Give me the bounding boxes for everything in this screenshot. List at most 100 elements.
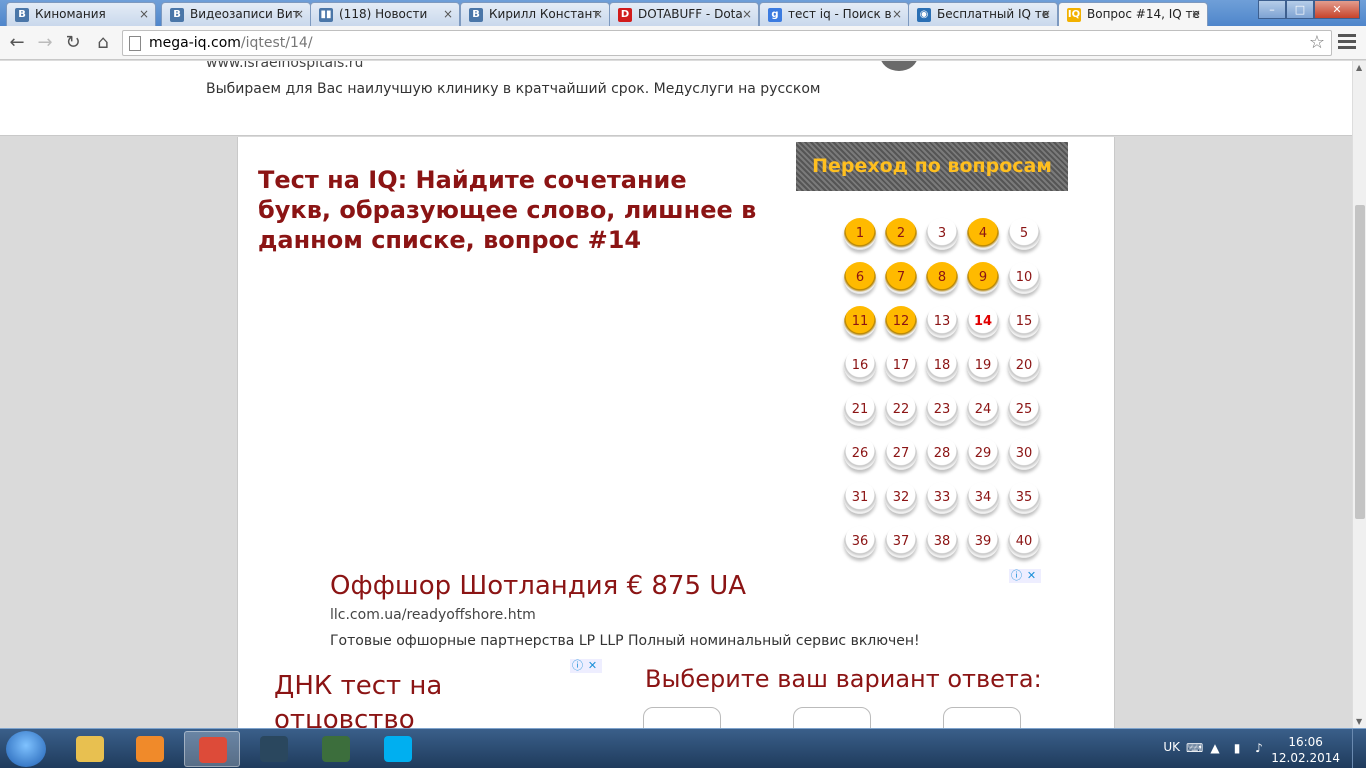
tab-close-icon[interactable]: × — [892, 7, 902, 21]
question-button-18[interactable]: 18 — [926, 350, 958, 382]
question-button-36[interactable]: 36 — [844, 526, 876, 558]
start-button[interactable] — [6, 731, 46, 767]
dna-adchoices[interactable]: ⓘ ✕ — [570, 659, 602, 673]
taskbar-item-5[interactable] — [308, 731, 364, 767]
question-button-8[interactable]: 8 — [926, 262, 958, 294]
scroll-down-icon[interactable]: ▼ — [1356, 717, 1362, 726]
question-button-12[interactable]: 12 — [885, 306, 917, 338]
question-button-4[interactable]: 4 — [967, 218, 999, 250]
tab-close-icon[interactable]: × — [443, 7, 453, 21]
offshore-adchoices[interactable]: ⓘ ✕ — [1009, 569, 1041, 583]
tab-3[interactable]: ▮▮ (118) Новости × — [310, 2, 460, 26]
question-button-29[interactable]: 29 — [967, 438, 999, 470]
tab-close-icon[interactable]: × — [139, 7, 149, 21]
volume-icon[interactable]: ♪ — [1252, 741, 1266, 755]
question-button-26[interactable]: 26 — [844, 438, 876, 470]
offshore-ad-url[interactable]: llc.com.ua/readyoffshore.htm — [330, 607, 1050, 623]
question-button-3[interactable]: 3 — [926, 218, 958, 250]
answer-option-3[interactable] — [943, 707, 1021, 728]
tab-close-icon[interactable]: × — [1191, 7, 1201, 21]
question-button-28[interactable]: 28 — [926, 438, 958, 470]
tab-5[interactable]: D DOTABUFF - Dota × — [609, 2, 759, 26]
question-button-33[interactable]: 33 — [926, 482, 958, 514]
show-desktop-button[interactable] — [1352, 729, 1366, 768]
dna-adchoices-close-icon[interactable]: ✕ — [585, 659, 600, 673]
page-scrollbar[interactable]: ▲ ▼ — [1352, 61, 1366, 728]
question-button-15[interactable]: 15 — [1008, 306, 1040, 338]
top-ad-banner[interactable]: www.israelhospitals.ru Выбираем для Вас … — [0, 61, 1352, 136]
adchoices-info-icon[interactable]: ⓘ — [1009, 569, 1024, 583]
tab-close-icon[interactable]: × — [742, 7, 752, 21]
question-button-19[interactable]: 19 — [967, 350, 999, 382]
question-button-2[interactable]: 2 — [885, 218, 917, 250]
language-indicator[interactable]: UK — [1163, 740, 1180, 754]
question-button-9[interactable]: 9 — [967, 262, 999, 294]
question-button-20[interactable]: 20 — [1008, 350, 1040, 382]
scroll-up-icon[interactable]: ▲ — [1356, 63, 1362, 72]
question-button-24[interactable]: 24 — [967, 394, 999, 426]
keyboard-icon[interactable]: ⌨ — [1186, 741, 1203, 755]
tab-4[interactable]: В Кирилл Констант × — [460, 2, 610, 26]
question-button-40[interactable]: 40 — [1008, 526, 1040, 558]
tab-7[interactable]: ◉ Бесплатный IQ те × — [908, 2, 1058, 26]
taskbar-item-1[interactable] — [62, 731, 118, 767]
question-button-21[interactable]: 21 — [844, 394, 876, 426]
taskbar-item-2[interactable] — [122, 731, 178, 767]
back-button[interactable]: ← — [6, 32, 28, 54]
offshore-ad[interactable]: Оффшор Шотландия € 875 UA llc.com.ua/rea… — [330, 571, 1050, 649]
clock[interactable]: 16:06 12.02.2014 — [1271, 734, 1340, 766]
answer-option-1[interactable] — [643, 707, 721, 728]
adchoices-close-icon[interactable]: ✕ — [1024, 569, 1039, 583]
dna-ad-line2[interactable]: отцовство — [274, 703, 442, 728]
ad-arrow-icon[interactable] — [880, 61, 918, 71]
question-button-11[interactable]: 11 — [844, 306, 876, 338]
question-button-31[interactable]: 31 — [844, 482, 876, 514]
question-button-14[interactable]: 14 — [967, 306, 999, 338]
question-button-10[interactable]: 10 — [1008, 262, 1040, 294]
taskbar-item-4[interactable] — [246, 731, 302, 767]
dna-ad[interactable]: ДНК тест на отцовство — [274, 669, 442, 728]
question-button-16[interactable]: 16 — [844, 350, 876, 382]
answer-option-2[interactable] — [793, 707, 871, 728]
forward-button[interactable]: → — [34, 32, 56, 54]
tab-6[interactable]: g тест iq - Поиск в × — [759, 2, 909, 26]
tab-2[interactable]: В Видеозаписи Вит × — [161, 2, 311, 26]
question-button-25[interactable]: 25 — [1008, 394, 1040, 426]
home-button[interactable]: ⌂ — [92, 32, 114, 54]
reload-button[interactable]: ↻ — [62, 32, 84, 54]
minimize-button[interactable]: – — [1258, 0, 1286, 19]
tab-1[interactable]: В Киномания × — [6, 2, 156, 26]
question-button-17[interactable]: 17 — [885, 350, 917, 382]
question-button-38[interactable]: 38 — [926, 526, 958, 558]
question-button-22[interactable]: 22 — [885, 394, 917, 426]
tab-close-icon[interactable]: × — [294, 7, 304, 21]
question-button-13[interactable]: 13 — [926, 306, 958, 338]
question-button-39[interactable]: 39 — [967, 526, 999, 558]
tab-close-icon[interactable]: × — [1041, 7, 1051, 21]
url-text[interactable]: mega-iq.com/iqtest/14/ — [149, 35, 313, 51]
tray-arrow-icon[interactable]: ▲ — [1208, 741, 1222, 755]
question-button-1[interactable]: 1 — [844, 218, 876, 250]
taskbar-item-3[interactable] — [184, 731, 240, 767]
question-button-35[interactable]: 35 — [1008, 482, 1040, 514]
taskbar-item-6[interactable] — [370, 731, 426, 767]
address-bar[interactable]: mega-iq.com/iqtest/14/ ☆ — [122, 30, 1332, 56]
tab-close-icon[interactable]: × — [593, 7, 603, 21]
maximize-button[interactable]: □ — [1286, 0, 1314, 19]
dna-ad-line1[interactable]: ДНК тест на — [274, 669, 442, 703]
question-button-6[interactable]: 6 — [844, 262, 876, 294]
question-button-37[interactable]: 37 — [885, 526, 917, 558]
close-window-button[interactable]: ✕ — [1314, 0, 1360, 19]
question-button-32[interactable]: 32 — [885, 482, 917, 514]
question-button-34[interactable]: 34 — [967, 482, 999, 514]
bookmark-star-icon[interactable]: ☆ — [1309, 32, 1325, 53]
question-button-7[interactable]: 7 — [885, 262, 917, 294]
menu-icon[interactable] — [1338, 34, 1356, 50]
question-button-23[interactable]: 23 — [926, 394, 958, 426]
question-button-5[interactable]: 5 — [1008, 218, 1040, 250]
top-ad-site[interactable]: www.israelhospitals.ru — [206, 61, 363, 71]
offshore-ad-headline[interactable]: Оффшор Шотландия € 875 UA — [330, 571, 1050, 601]
question-button-27[interactable]: 27 — [885, 438, 917, 470]
question-button-30[interactable]: 30 — [1008, 438, 1040, 470]
tab-8[interactable]: IQ Вопрос #14, IQ те × — [1058, 2, 1208, 27]
